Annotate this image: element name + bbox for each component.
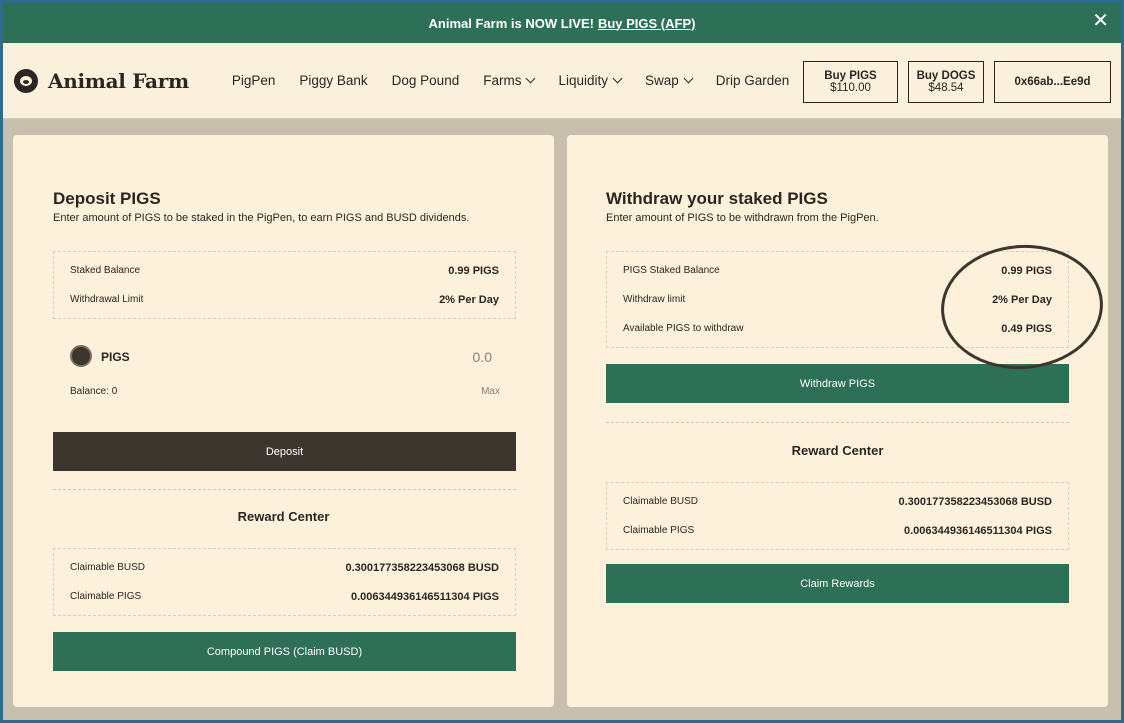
withdraw-card: Withdraw your staked PIGS Enter amount o… — [567, 135, 1108, 707]
claimable-busd-row: Claimable BUSD 0.300177358223453068 BUSD — [623, 496, 1052, 508]
pig-logo-icon — [14, 68, 38, 93]
claim-rewards-button[interactable]: Claim Rewards — [606, 564, 1069, 603]
reward-info-box: Claimable BUSD 0.300177358223453068 BUSD … — [606, 482, 1069, 550]
top-nav: Animal Farm PigPen Piggy Bank Dog Pound … — [3, 43, 1121, 119]
deposit-subtitle: Enter amount of PIGS to be staked in the… — [53, 212, 470, 224]
pigs-price: $110.00 — [830, 82, 871, 94]
max-button[interactable]: Max — [481, 386, 500, 397]
buy-dogs-button[interactable]: Buy DOGS $48.54 — [908, 61, 984, 103]
deposit-amount-input[interactable]: 0.0 — [473, 349, 492, 365]
wallet-address: 0x66ab...Ee9d — [1014, 76, 1091, 88]
chevron-down-icon — [683, 73, 694, 84]
claimable-pigs-row: Claimable PIGS 0.006344936146511304 PIGS — [70, 591, 499, 603]
buy-pigs-link[interactable]: Buy PIGS (AFP) — [598, 16, 696, 31]
nav-item-liquidity[interactable]: Liquidity — [558, 73, 623, 88]
reward-center-title: Reward Center — [791, 443, 884, 458]
dogs-price: $48.54 — [928, 82, 964, 94]
withdraw-subtitle: Enter amount of PIGS to be withdrawn fro… — [606, 212, 879, 224]
deposit-card: Deposit PIGS Enter amount of PIGS to be … — [13, 135, 554, 707]
withdrawal-limit-row: Withdrawal Limit 2% Per Day — [70, 294, 499, 306]
close-icon[interactable]: ✕ — [1092, 11, 1109, 31]
deposit-button[interactable]: Deposit — [53, 432, 516, 471]
wallet-button[interactable]: 0x66ab...Ee9d — [994, 61, 1111, 103]
reward-center-title: Reward Center — [237, 509, 330, 524]
deposit-info-box: Staked Balance 0.99 PIGS Withdrawal Limit… — [53, 251, 516, 319]
claimable-pigs-row: Claimable PIGS 0.006344936146511304 PIGS — [623, 525, 1052, 537]
reward-info-box: Claimable BUSD 0.300177358223453068 BUSD … — [53, 548, 516, 616]
buy-pigs-button[interactable]: Buy PIGS $110.00 — [803, 61, 898, 103]
deposit-title: Deposit PIGS — [53, 189, 161, 208]
chevron-down-icon — [612, 73, 623, 84]
divider — [53, 489, 516, 490]
chevron-down-icon — [526, 73, 536, 84]
brand-logo[interactable]: Animal Farm — [14, 68, 189, 93]
nav-item-piggy-bank[interactable]: Piggy Bank — [299, 73, 367, 88]
banner-text: Animal Farm is NOW LIVE! — [428, 15, 594, 31]
pigs-token-icon — [70, 345, 92, 367]
main-menu: PigPen Piggy Bank Dog Pound Farms Liquid… — [232, 73, 814, 88]
staked-balance-row: Staked Balance 0.99 PIGS — [70, 265, 499, 277]
compound-button[interactable]: Compound PIGS (Claim BUSD) — [53, 632, 516, 671]
buy-dogs-title: Buy DOGS — [916, 70, 976, 82]
brand-name: Animal Farm — [48, 68, 189, 93]
nav-item-drip-garden[interactable]: Drip Garden — [716, 73, 790, 88]
claimable-busd-row: Claimable BUSD 0.300177358223453068 BUSD — [70, 562, 499, 574]
withdraw-title: Withdraw your staked PIGS — [606, 189, 828, 208]
balance-text: Balance: 0 — [70, 386, 118, 397]
announcement-banner: Animal Farm is NOW LIVE! Buy PIGS (AFP) … — [3, 3, 1121, 43]
nav-item-farms[interactable]: Farms — [483, 73, 536, 88]
buy-pigs-title: Buy PIGS — [824, 70, 877, 82]
nav-actions: Buy PIGS $110.00 Buy DOGS $48.54 0x66ab.… — [793, 61, 1111, 103]
token-name: PIGS — [101, 350, 130, 364]
divider — [606, 422, 1069, 423]
withdraw-button[interactable]: Withdraw PIGS — [606, 364, 1069, 403]
app-frame: Animal Farm is NOW LIVE! Buy PIGS (AFP) … — [3, 3, 1121, 720]
nav-item-pigpen[interactable]: PigPen — [232, 73, 276, 88]
nav-item-dog-pound[interactable]: Dog Pound — [392, 73, 460, 88]
nav-item-swap[interactable]: Swap — [645, 73, 694, 88]
